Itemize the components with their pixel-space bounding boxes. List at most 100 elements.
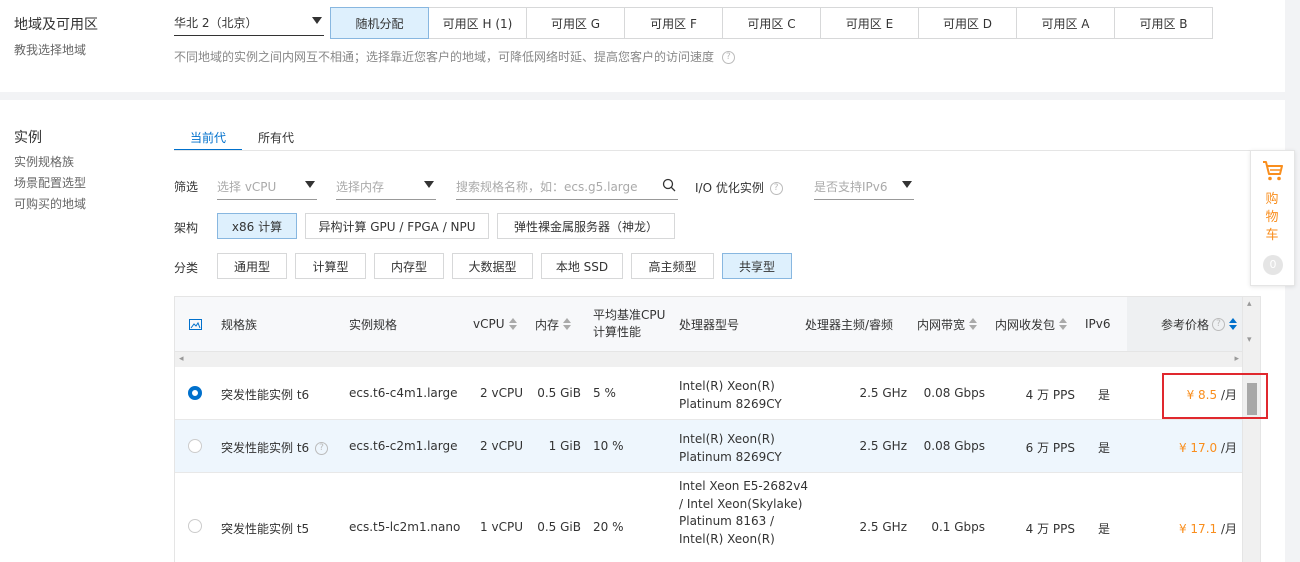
price-unit: /月 <box>1217 522 1237 536</box>
header-vcpu[interactable]: vCPU <box>473 297 517 351</box>
cell-pps: 6 万 PPS <box>1025 441 1075 455</box>
help-icon[interactable]: ? <box>721 51 735 64</box>
cart-label-char: 物 <box>1265 210 1279 225</box>
help-icon[interactable]: ? <box>769 182 783 195</box>
zone-option-d[interactable]: 可用区 D <box>918 7 1017 39</box>
table-row[interactable]: 突发性能实例 t5 ecs.t5-lc2m1.nano 1 vCPU 0.5 G… <box>175 473 1243 562</box>
scroll-left-icon[interactable]: ◂ <box>179 354 184 364</box>
header-memory-label: 内存 <box>535 317 560 332</box>
header-memory[interactable]: 内存 <box>535 297 572 351</box>
arch-option-heterogeneous[interactable]: 异构计算 GPU / FPGA / NPU <box>305 213 489 239</box>
category-label: 分类 <box>174 261 199 275</box>
cell-bandwidth: 0.08 Gbps <box>923 386 985 400</box>
help-icon[interactable]: ? <box>1212 317 1226 331</box>
scroll-up-icon[interactable]: ▴ <box>1247 299 1252 309</box>
zone-option-g[interactable]: 可用区 G <box>526 7 625 39</box>
cell-processor-line: Intel(R) Xeon(R) <box>679 432 775 446</box>
sort-icon[interactable] <box>969 318 978 330</box>
spec-search-input[interactable]: 搜索规格名称，如：ecs.g5.large <box>456 172 678 200</box>
category-compute[interactable]: 计算型 <box>295 253 366 279</box>
arch-label: 架构 <box>174 221 199 235</box>
row-radio[interactable] <box>188 519 202 533</box>
cell-frequency: 2.5 GHz <box>859 439 907 453</box>
side-link-regions[interactable]: 可购买的地域 <box>14 195 86 212</box>
category-general[interactable]: 通用型 <box>217 253 287 279</box>
header-pps[interactable]: 内网收发包 <box>995 297 1068 351</box>
zone-option-random[interactable]: 随机分配 <box>330 7 429 39</box>
sort-icon[interactable] <box>508 318 517 330</box>
scroll-right-icon[interactable]: ▸ <box>1234 354 1239 364</box>
region-help-link[interactable]: 教我选择地域 <box>14 41 86 58</box>
vcpu-select[interactable]: 选择 vCPU <box>217 172 317 200</box>
category-high-frequency[interactable]: 高主频型 <box>631 253 714 279</box>
header-spec: 实例规格 <box>349 317 398 332</box>
cell-family: 突发性能实例 t6 <box>221 388 310 402</box>
price-value: ¥ 17.0 <box>1178 441 1218 455</box>
header-bandwidth[interactable]: 内网带宽 <box>917 297 978 351</box>
arch-option-x86[interactable]: x86 计算 <box>217 213 297 239</box>
cell-vcpu: 1 vCPU <box>480 520 523 534</box>
shopping-cart-widget[interactable]: 购 物 车 0 <box>1250 150 1295 286</box>
vertical-scrollbar[interactable]: ▴ ▾ <box>1242 297 1260 562</box>
ipv6-select-placeholder: 是否支持IPv6 <box>814 180 888 194</box>
ipv6-select[interactable]: 是否支持IPv6 <box>814 172 914 200</box>
cell-spec: ecs.t5-lc2m1.nano <box>349 520 461 534</box>
zone-option-f[interactable]: 可用区 F <box>624 7 723 39</box>
arch-option-bare-metal[interactable]: 弹性裸金属服务器（神龙） <box>497 213 675 239</box>
side-link-families[interactable]: 实例规格族 <box>14 153 74 170</box>
cell-family-label: 突发性能实例 t6 <box>221 441 310 455</box>
tab-all-generations[interactable]: 所有代 <box>258 123 294 151</box>
chevron-down-icon <box>424 181 434 188</box>
row-radio[interactable] <box>188 439 202 453</box>
header-bandwidth-label: 内网带宽 <box>917 317 966 332</box>
tab-current-generation[interactable]: 当前代 <box>174 123 243 151</box>
zone-option-e[interactable]: 可用区 E <box>820 7 919 39</box>
zone-option-b[interactable]: 可用区 B <box>1114 7 1213 39</box>
zone-option-a[interactable]: 可用区 A <box>1016 7 1115 39</box>
cell-processor-line: Intel(R) Xeon(R) <box>679 531 775 546</box>
cell-pps: 4 万 PPS <box>1025 388 1075 402</box>
filter-label: 筛选 <box>174 180 199 194</box>
help-icon[interactable]: ? <box>314 442 328 455</box>
instance-panel: 实例 实例规格族 场景配置选型 可购买的地域 当前代 所有代 筛选 选择 vCP… <box>0 100 1285 562</box>
header-price-label: 参考价格 <box>1161 317 1210 332</box>
category-local-ssd[interactable]: 本地 SSD <box>541 253 623 279</box>
cell-vcpu: 2 vCPU <box>480 439 523 453</box>
io-optimized-label: I/O 优化实例 <box>695 181 764 195</box>
cell-processor-line: / Intel Xeon(Skylake) <box>679 496 803 511</box>
zone-option-c[interactable]: 可用区 C <box>722 7 821 39</box>
memory-select[interactable]: 选择内存 <box>336 172 436 200</box>
cell-bandwidth: 0.1 Gbps <box>931 520 985 534</box>
horizontal-scrollbar[interactable]: ◂ ▸ <box>175 351 1243 367</box>
region-panel: 地域及可用区 教我选择地域 华北 2（北京） 随机分配 可用区 H (1) 可用… <box>0 0 1285 92</box>
cell-baseline: 10 % <box>593 439 624 453</box>
header-processor: 处理器型号 <box>679 317 740 332</box>
tab-divider <box>174 150 1260 151</box>
cell-vcpu: 2 vCPU <box>480 386 523 400</box>
cart-count-badge: 0 <box>1263 255 1283 275</box>
cell-processor-line: Platinum 8269CY <box>679 450 782 464</box>
side-link-scenario[interactable]: 场景配置选型 <box>14 174 86 191</box>
region-section-title: 地域及可用区 <box>14 17 98 33</box>
io-optimized-filter[interactable]: I/O 优化实例 ? <box>695 179 783 196</box>
cell-frequency: 2.5 GHz <box>859 520 907 534</box>
table-row[interactable]: 突发性能实例 t6 ? ecs.t6-c2m1.large 2 vCPU 1 G… <box>175 420 1243 473</box>
sort-icon[interactable] <box>1229 318 1238 330</box>
image-icon[interactable] <box>189 297 202 351</box>
region-select[interactable]: 华北 2（北京） <box>174 8 324 36</box>
header-ipv6: IPv6 <box>1085 317 1111 331</box>
table-header: 规格族 实例规格 vCPU 内存 平均基准CPU 计算性能 处理器型号 处理器主… <box>175 297 1243 351</box>
header-price[interactable]: 参考价格 ? <box>1127 297 1243 351</box>
search-icon[interactable] <box>662 178 676 192</box>
category-shared[interactable]: 共享型 <box>722 253 792 279</box>
cell-bandwidth: 0.08 Gbps <box>923 439 985 453</box>
category-memory[interactable]: 内存型 <box>374 253 444 279</box>
table-row[interactable]: 突发性能实例 t6 ecs.t6-c4m1.large 2 vCPU 0.5 G… <box>175 367 1243 420</box>
category-big-data[interactable]: 大数据型 <box>452 253 533 279</box>
zone-option-h[interactable]: 可用区 H (1) <box>428 7 527 39</box>
row-radio[interactable] <box>188 386 202 400</box>
cell-memory: 1 GiB <box>548 439 581 453</box>
scroll-down-icon[interactable]: ▾ <box>1247 335 1252 345</box>
sort-icon[interactable] <box>563 318 572 330</box>
sort-icon[interactable] <box>1059 318 1068 330</box>
